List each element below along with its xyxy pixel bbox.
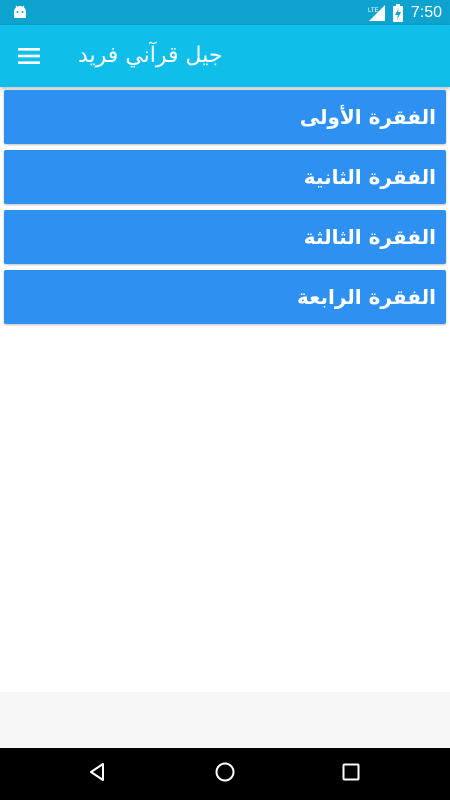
home-button[interactable] xyxy=(212,761,238,787)
bottom-strip xyxy=(0,692,450,748)
back-button[interactable] xyxy=(84,761,110,787)
sections-list: الفقرة الأولى الفقرة الثانية الفقرة الثا… xyxy=(4,90,446,330)
menu-icon xyxy=(18,48,40,64)
menu-button[interactable] xyxy=(14,42,44,70)
section-item-3[interactable]: الفقرة الثالثة xyxy=(4,210,446,264)
clock: 7:50 xyxy=(410,3,442,21)
battery-charging-icon xyxy=(392,3,403,22)
svg-text:LTE: LTE xyxy=(368,8,379,14)
navigation-bar xyxy=(0,748,450,800)
section-label: الفقرة الأولى xyxy=(299,105,436,129)
android-icon xyxy=(12,4,28,20)
home-icon xyxy=(214,761,236,787)
section-item-1[interactable]: الفقرة الأولى xyxy=(4,90,446,144)
lte-signal-icon: LTE xyxy=(367,4,387,22)
section-item-2[interactable]: الفقرة الثانية xyxy=(4,150,446,204)
section-item-4[interactable]: الفقرة الرابعة xyxy=(4,270,446,324)
back-icon xyxy=(86,761,108,787)
status-bar: LTE 7:50 xyxy=(0,0,450,25)
section-label: الفقرة الثانية xyxy=(303,165,436,189)
status-icons: LTE 7:50 xyxy=(367,0,442,25)
section-label: الفقرة الرابعة xyxy=(297,285,436,309)
recents-icon xyxy=(340,761,362,787)
recents-button[interactable] xyxy=(338,761,364,787)
section-label: الفقرة الثالثة xyxy=(303,225,436,249)
app-screen: LTE 7:50 جيل قرآني فريد الفقرة الأولى ال… xyxy=(0,0,450,800)
app-title: جيل قرآني فريد xyxy=(78,43,223,68)
app-bar: جيل قرآني فريد xyxy=(0,25,450,87)
